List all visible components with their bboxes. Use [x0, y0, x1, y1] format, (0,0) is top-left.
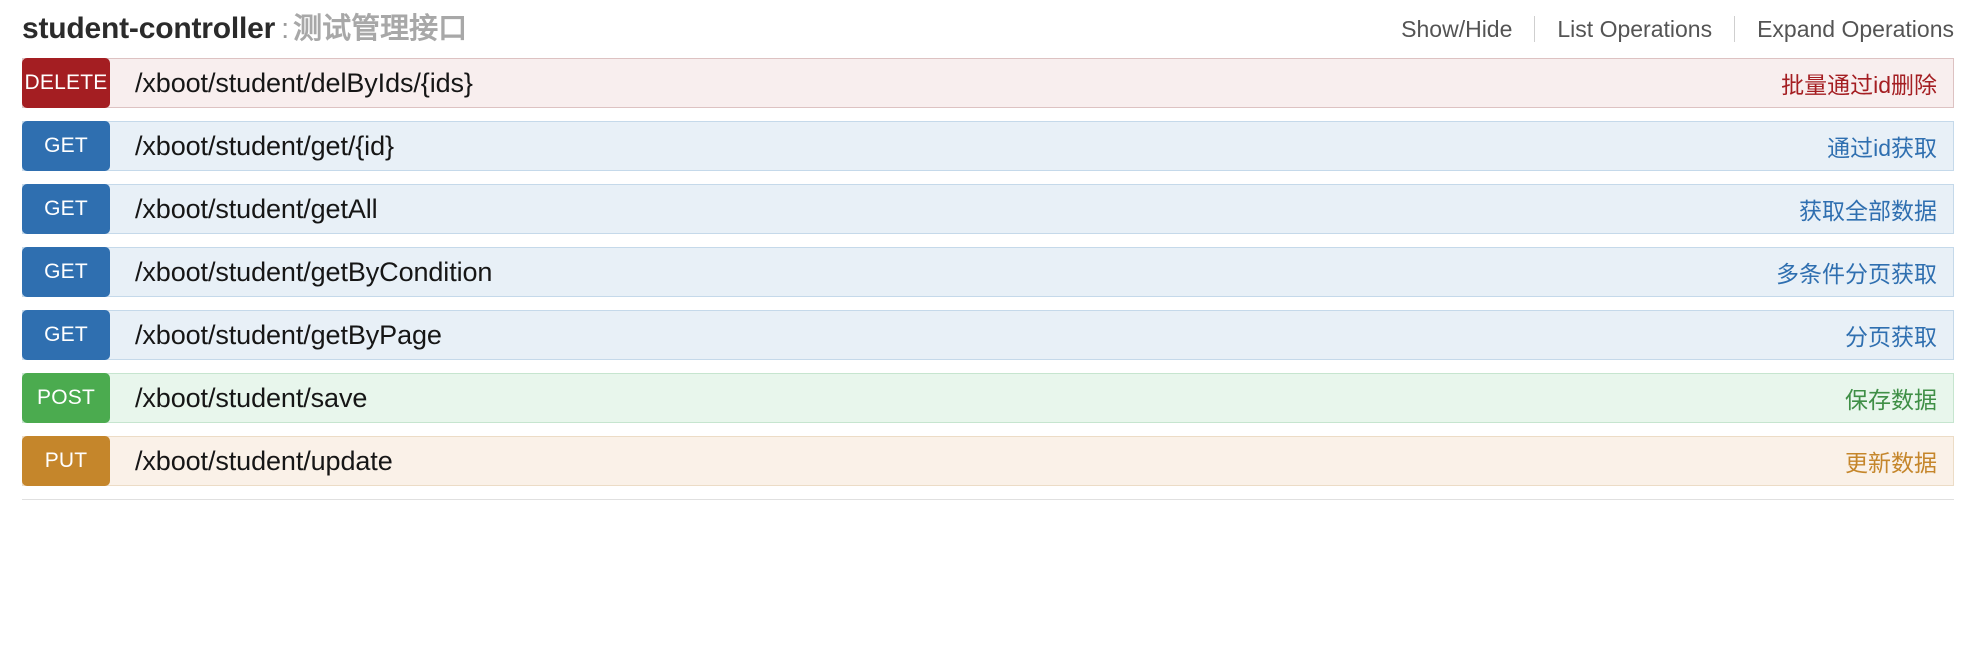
controller-name[interactable]: student-controller [22, 14, 275, 44]
title-separator: : [281, 13, 290, 45]
operation-summary: 保存数据 [1845, 387, 1937, 413]
operation-path[interactable]: /xboot/student/getAll [110, 185, 1799, 233]
operation-path[interactable]: /xboot/student/getByCondition [110, 248, 1776, 296]
operation-list: DELETE/xboot/student/delByIds/{ids} 批量通过i… [0, 58, 1976, 486]
method-badge-put[interactable]: PUT [22, 436, 110, 486]
operation-summary: 分页获取 [1845, 324, 1937, 350]
method-badge-get[interactable]: GET [22, 184, 110, 234]
method-badge-get[interactable]: GET [22, 121, 110, 171]
method-badge-delete[interactable]: DELETE [22, 58, 110, 108]
operation-row[interactable]: POST/xboot/student/save 保存数据 [22, 373, 1954, 423]
operation-summary: 批量通过id删除 [1781, 72, 1937, 98]
operation-path[interactable]: /xboot/student/get/{id} [110, 122, 1827, 170]
list-operations-link[interactable]: List Operations [1535, 16, 1734, 43]
controller-description: 测试管理接口 [293, 13, 468, 45]
method-badge-post[interactable]: POST [22, 373, 110, 423]
operation-row[interactable]: GET/xboot/student/getByPage 分页获取 [22, 310, 1954, 360]
show-hide-link[interactable]: Show/Hide [1379, 16, 1534, 43]
operation-row[interactable]: GET/xboot/student/get/{id} 通过id获取 [22, 121, 1954, 171]
resource-title: student-controller : 测试管理接口 [22, 14, 467, 44]
operation-row[interactable]: GET/xboot/student/getByCondition 多条件分页获取 [22, 247, 1954, 297]
resource-options: Show/Hide List Operations Expand Operati… [1379, 16, 1954, 43]
method-badge-get[interactable]: GET [22, 310, 110, 360]
operation-row[interactable]: PUT/xboot/student/update 更新数据 [22, 436, 1954, 486]
operation-row[interactable]: DELETE/xboot/student/delByIds/{ids} 批量通过i… [22, 58, 1954, 108]
operation-path[interactable]: /xboot/student/update [110, 437, 1845, 485]
operation-summary: 通过id获取 [1827, 135, 1937, 161]
operation-path[interactable]: /xboot/student/getByPage [110, 311, 1845, 359]
swagger-resource-panel: student-controller : 测试管理接口 Show/Hide Li… [0, 0, 1976, 652]
operation-summary: 更新数据 [1845, 450, 1937, 476]
resource-header: student-controller : 测试管理接口 Show/Hide Li… [0, 0, 1976, 58]
method-badge-get[interactable]: GET [22, 247, 110, 297]
operation-row[interactable]: GET/xboot/student/getAll 获取全部数据 [22, 184, 1954, 234]
expand-operations-link[interactable]: Expand Operations [1735, 16, 1954, 43]
operation-path[interactable]: /xboot/student/save [110, 374, 1845, 422]
operation-summary: 获取全部数据 [1799, 198, 1937, 224]
operation-path[interactable]: /xboot/student/delByIds/{ids} [110, 59, 1781, 107]
operation-summary: 多条件分页获取 [1776, 261, 1937, 287]
section-divider [22, 499, 1954, 500]
